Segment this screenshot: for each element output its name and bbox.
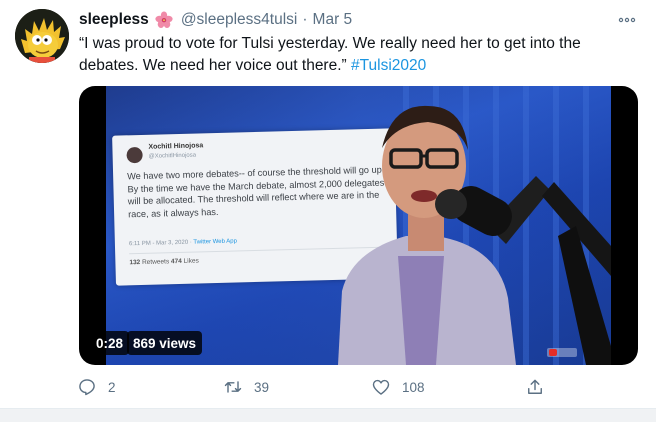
display-name[interactable]: sleepless [79,11,149,29]
separator-dot: · [302,11,308,28]
tweet-body: “I was proud to vote for Tulsi yesterday… [79,35,581,74]
timeline-divider [0,408,656,422]
retweet-button[interactable]: 39 [223,374,269,400]
reply-button[interactable]: 2 [77,374,116,400]
tweet-actions: 2 39 108 [77,374,557,400]
heart-icon [372,379,390,395]
retweet-icon [224,381,242,393]
tweet[interactable]: sleepless @sleepless4tulsi · Mar 5 “I wa… [0,0,656,408]
video-player[interactable]: Xochitl Hinojosa @XochitlHinojosa We hav… [79,86,638,365]
like-button[interactable]: 108 [371,374,425,400]
video-views: 869 views [127,331,203,355]
tweet-header: sleepless @sleepless4tulsi · Mar 5 [79,9,640,31]
handle[interactable]: @sleepless4tulsi [181,11,298,29]
more-horizontal-icon[interactable] [616,9,638,31]
reply-count: 2 [108,379,116,395]
retweet-count: 39 [254,379,270,395]
hashtag-link[interactable]: #Tulsi2020 [351,57,426,74]
like-count: 108 [402,379,425,395]
share-button[interactable] [525,374,545,400]
video-frame: Xochitl Hinojosa @XochitlHinojosa We hav… [106,86,611,365]
video-duration: 0:28 [90,331,130,355]
avatar[interactable] [15,9,69,63]
tweet-text: “I was proud to vote for Tulsi yesterday… [79,33,639,77]
share-icon [528,379,542,394]
reply-icon [79,379,95,396]
host-figure [338,105,611,365]
tweet-date[interactable]: Mar 5 [313,11,353,29]
youtube-watermark-icon [547,348,577,357]
hibiscus-icon [155,11,173,29]
